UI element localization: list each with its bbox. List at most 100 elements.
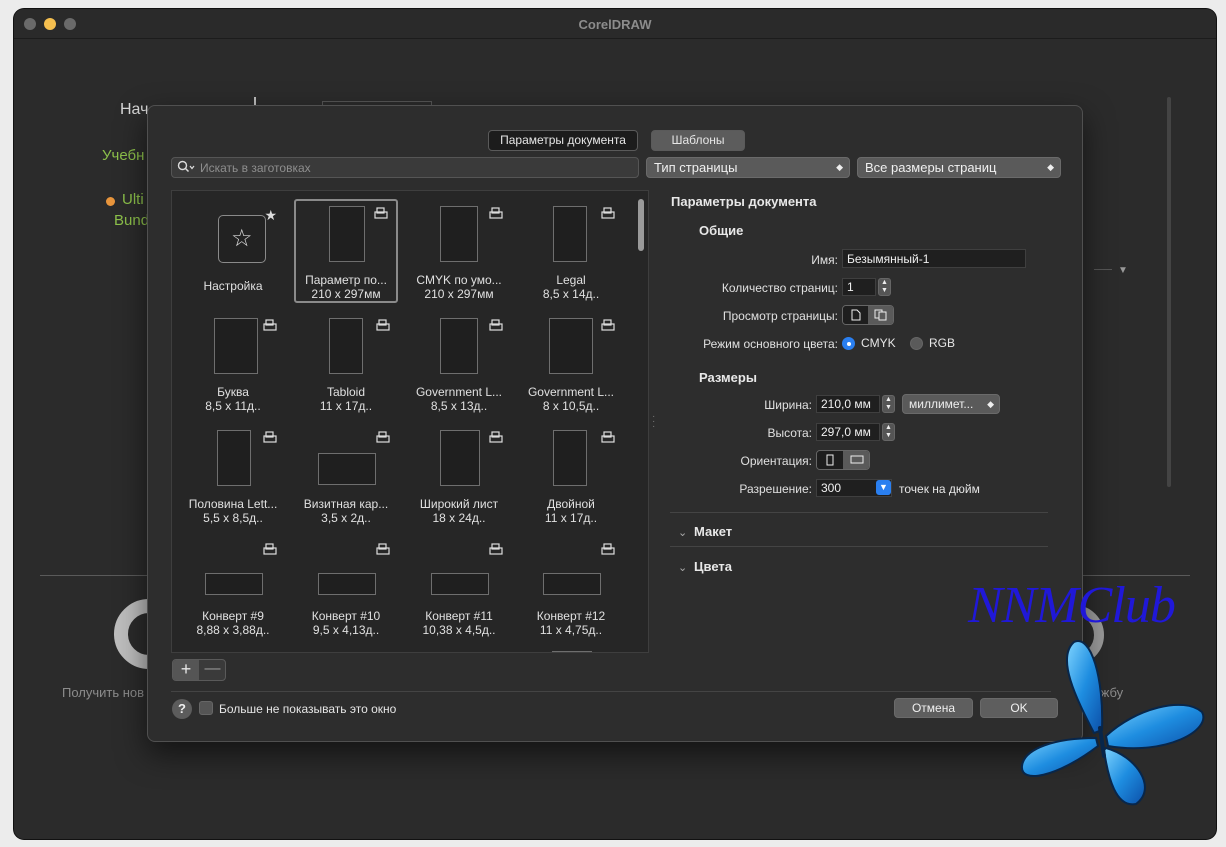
- height-input[interactable]: [816, 423, 880, 441]
- portrait-button[interactable]: [817, 451, 843, 469]
- width-label: Ширина:: [764, 398, 812, 412]
- lock-icon: [489, 543, 503, 555]
- single-page-view-button[interactable]: [843, 306, 868, 324]
- preset-tile[interactable]: Широкий лист 18 x 24д..: [407, 425, 511, 529]
- custom-preset-box: ☆: [218, 215, 266, 263]
- page-icon: [851, 309, 860, 321]
- lock-icon: [263, 319, 277, 331]
- help-button[interactable]: ?: [172, 699, 192, 719]
- status-dot: [106, 197, 115, 206]
- name-input[interactable]: [842, 249, 1026, 268]
- preset-tile[interactable]: Двойной 11 x 17д..: [519, 425, 623, 529]
- preset-tile-default[interactable]: Параметр по... 210 x 297мм: [294, 199, 398, 303]
- preset-tile-custom[interactable]: ☆ ★ Настройка: [181, 201, 285, 305]
- preset-tile[interactable]: Буква 8,5 x 11д..: [181, 313, 285, 417]
- welcome-learn-link[interactable]: Учебн: [102, 147, 144, 164]
- preset-size: 8,5 x 11д..: [205, 399, 261, 413]
- chevron-down-icon[interactable]: ▼: [876, 480, 891, 495]
- tab-document-settings[interactable]: Параметры документа: [488, 130, 638, 151]
- welcome-bund-link[interactable]: Bund: [114, 212, 149, 229]
- height-stepper[interactable]: ▲ ▼: [882, 423, 895, 441]
- preset-name: Двойной: [547, 497, 595, 511]
- watermark-text: NNMClub: [968, 577, 1176, 634]
- preset-tile[interactable]: Визитная кар... 3,5 x 2д..: [294, 425, 398, 529]
- preset-name: Половина Lett...: [188, 497, 278, 511]
- page-thumbnail: [552, 651, 592, 652]
- add-preset-button[interactable]: +: [173, 660, 199, 680]
- page-thumbnail: [543, 573, 601, 595]
- app-title: CorelDRAW: [578, 17, 652, 32]
- footer-divider: [171, 691, 1051, 692]
- width-stepper[interactable]: ▲ ▼: [882, 395, 895, 413]
- preset-tile[interactable]: Конверт #12 11 x 4,75д..: [519, 537, 623, 641]
- rgb-radio[interactable]: [910, 337, 923, 350]
- lock-icon: [601, 319, 615, 331]
- preset-size: 8,5 x 14д..: [542, 287, 600, 301]
- preset-size: 3,5 x 2д..: [321, 511, 371, 525]
- dropdown-arrow-icon[interactable]: ▼: [1118, 265, 1128, 276]
- preset-search[interactable]: [171, 157, 639, 178]
- new-document-dialog: Параметры документа Шаблоны Тип страницы…: [147, 105, 1083, 742]
- page-type-select[interactable]: Тип страницы ◆: [646, 157, 850, 178]
- resolution-value: 300: [821, 481, 842, 495]
- preset-name: Government L...: [415, 385, 503, 399]
- cmyk-radio[interactable]: [842, 337, 855, 350]
- orientation-label: Ориентация:: [740, 454, 812, 468]
- page-count-input[interactable]: [842, 278, 876, 296]
- preset-tile[interactable]: Government L... 8 x 10,5д..: [519, 313, 623, 417]
- remove-preset-button[interactable]: —: [199, 660, 226, 680]
- page-thumbnail: [553, 206, 587, 262]
- landscape-button[interactable]: [843, 451, 869, 469]
- layout-section-toggle[interactable]: ⌄ Макет: [678, 524, 732, 539]
- preset-tile[interactable]: CMYK по умо... 210 x 297мм: [407, 201, 511, 305]
- page-type-value: Тип страницы: [654, 160, 738, 175]
- favorite-star-icon[interactable]: ★: [264, 207, 277, 224]
- get-new-label: Получить нов: [62, 685, 145, 700]
- page-thumbnail: [318, 453, 376, 485]
- rgb-label: RGB: [929, 336, 956, 350]
- preset-name: Буква: [217, 385, 249, 399]
- preset-name: Конверт #11: [425, 609, 493, 623]
- preset-name: Legal: [556, 273, 586, 287]
- preset-tile[interactable]: Половина Lett... 5,5 x 8,5д..: [181, 425, 285, 529]
- page-thumbnail: [318, 573, 376, 595]
- preset-name: Конверт #9: [202, 609, 264, 623]
- welcome-ulti-link[interactable]: Ulti: [122, 191, 144, 208]
- splitter-handle[interactable]: · · ·: [652, 412, 658, 432]
- search-icon: [177, 160, 195, 177]
- preset-tile[interactable]: Legal 8,5 x 14д..: [519, 201, 623, 305]
- preset-size: 210 x 297мм: [424, 287, 494, 301]
- lock-icon: [376, 543, 390, 555]
- section-divider: [670, 512, 1048, 513]
- width-input[interactable]: [816, 395, 880, 413]
- lock-icon: [489, 207, 503, 219]
- cancel-button[interactable]: Отмена: [894, 698, 973, 718]
- lock-icon: [263, 431, 277, 443]
- resolution-unit: точек на дюйм: [899, 482, 980, 496]
- preset-tile[interactable]: Конверт #10 9,5 x 4,13д..: [294, 537, 398, 641]
- preset-name: Конверт #12: [536, 609, 606, 623]
- preset-tile[interactable]: Tabloid 11 x 17д..: [294, 313, 398, 417]
- page-preview-toggle: [842, 305, 894, 325]
- preset-tile[interactable]: Конверт #9 8,88 x 3,88д..: [181, 537, 285, 641]
- welcome-scrollbar[interactable]: [1167, 97, 1171, 487]
- page-sizes-select[interactable]: Все размеры страниц ◆: [857, 157, 1061, 178]
- preset-tile[interactable]: Government L... 8,5 x 13д..: [407, 313, 511, 417]
- cmyk-label: CMYK: [861, 336, 896, 350]
- multi-page-view-button[interactable]: [868, 306, 893, 324]
- colors-section-toggle[interactable]: ⌄ Цвета: [678, 559, 732, 574]
- preset-size: 11 x 17д..: [544, 511, 598, 525]
- dont-show-checkbox[interactable]: [199, 701, 213, 715]
- settings-title: Параметры документа: [671, 194, 817, 209]
- preset-size: 11 x 17д..: [319, 399, 373, 413]
- preset-tile[interactable]: Конверт #11 10,38 x 4,5д..: [407, 537, 511, 641]
- chevron-down-icon: ⌄: [678, 527, 688, 539]
- lock-icon: [489, 431, 503, 443]
- preset-size: 18 x 24д..: [432, 511, 486, 525]
- page-thumbnail: [440, 206, 478, 262]
- search-input[interactable]: [200, 158, 630, 177]
- grid-scrollbar[interactable]: [638, 199, 644, 251]
- tab-templates[interactable]: Шаблоны: [651, 130, 745, 151]
- page-count-stepper[interactable]: ▲ ▼: [878, 278, 891, 296]
- units-select[interactable]: миллимет... ◆: [902, 394, 1000, 414]
